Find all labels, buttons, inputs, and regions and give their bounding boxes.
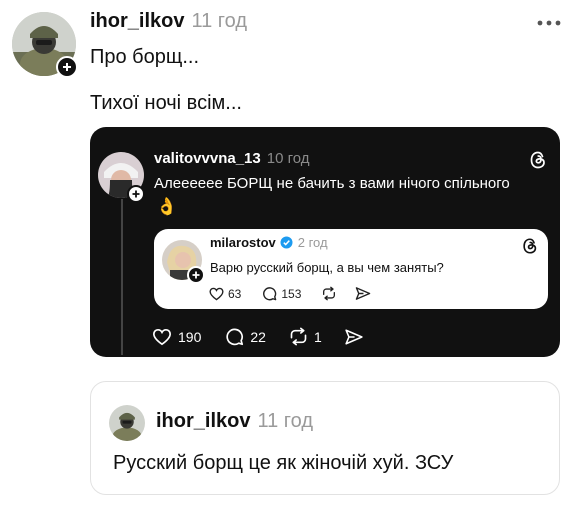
nested-comment-button[interactable]: 153	[262, 286, 301, 301]
repost-icon	[323, 286, 336, 301]
plus-icon	[132, 190, 140, 198]
reply-time: 11 год	[257, 410, 314, 432]
nested-like-button[interactable]: 63	[209, 287, 241, 301]
plus-icon	[192, 271, 200, 279]
nested-time: 2 год	[297, 235, 328, 250]
verified-icon	[280, 236, 293, 249]
quoted-username[interactable]: valitovvvna_13	[154, 150, 261, 167]
quoted-repost-count: 1	[313, 328, 322, 345]
post-time: 11 год	[191, 10, 248, 32]
reply-username[interactable]: ihor_ilkov	[156, 410, 250, 433]
comment-icon	[263, 287, 277, 301]
nested-comment-count: 153	[281, 286, 302, 301]
threads-logo[interactable]	[528, 150, 548, 170]
more-icon	[537, 20, 561, 26]
quoted-repost-button[interactable]: 1	[288, 327, 322, 346]
nested-post-card[interactable]: milarostov 2 год Варю русский борщ, а вы…	[154, 229, 548, 309]
share-icon	[356, 287, 371, 300]
heart-icon	[209, 287, 224, 300]
author-username[interactable]: ihor_ilkov	[90, 10, 184, 33]
quoted-emoji: 👌	[156, 197, 178, 216]
heart-icon	[152, 328, 172, 345]
comment-icon	[226, 328, 244, 346]
post-text-line-2: Тихої ночі всім...	[90, 92, 242, 114]
quoted-like-count: 190	[178, 328, 202, 345]
quoted-comment-button[interactable]: 22	[225, 327, 266, 346]
share-icon	[345, 328, 363, 345]
quoted-follow-button[interactable]	[127, 185, 145, 203]
nested-like-count: 63	[228, 286, 242, 301]
nested-follow-button[interactable]	[187, 266, 205, 284]
nested-text: Варю русский борщ, а вы чем заняты?	[210, 260, 444, 275]
plus-icon	[63, 63, 71, 71]
post-text-line-1: Про борщ...	[90, 46, 200, 68]
nested-share-button[interactable]	[355, 286, 371, 301]
quoted-text: Алееееее БОРЩ не бачить з вами нічого сп…	[154, 175, 510, 192]
follow-button[interactable]	[56, 56, 78, 78]
threads-logo-icon	[523, 238, 537, 254]
reply-card[interactable]: ihor_ilkov 11 год Русский борщ це як жін…	[90, 381, 560, 495]
repost-icon	[290, 327, 307, 346]
quoted-comment-count: 22	[250, 328, 266, 345]
nested-repost-button[interactable]	[321, 286, 337, 301]
thread-line	[121, 199, 123, 355]
quoted-time: 10 год	[266, 150, 310, 167]
quoted-post-card[interactable]: valitovvvna_13 10 год Алееееее БОРЩ не б…	[90, 127, 560, 357]
more-button[interactable]	[536, 16, 562, 30]
quoted-like-button[interactable]: 190	[152, 328, 201, 346]
reply-avatar[interactable]	[109, 405, 145, 441]
threads-logo-icon	[530, 151, 545, 169]
reply-text: Русский борщ це як жіночій хуй. ЗСУ	[113, 452, 454, 474]
nested-threads-logo[interactable]	[521, 237, 539, 255]
nested-username[interactable]: milarostov	[210, 235, 276, 250]
quoted-share-button[interactable]	[344, 328, 364, 346]
